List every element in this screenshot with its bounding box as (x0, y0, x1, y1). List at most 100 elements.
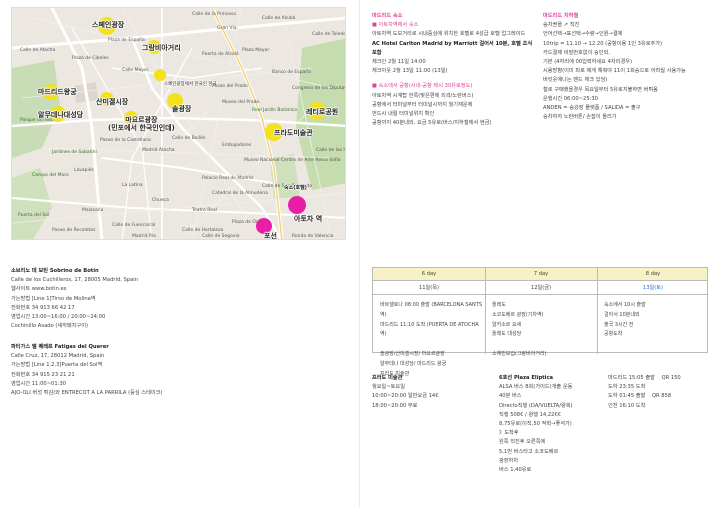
date-label: 13일(토) (642, 285, 664, 291)
hotel-sub: ■ 아토차역에서 숙소 (372, 22, 419, 29)
street-label: Paseo del Prado (212, 84, 248, 89)
venue-line: Calle de los Cuchilleros, 17, 28005 Madr… (11, 277, 139, 284)
prado-line: 월요일~토요일 (372, 384, 405, 391)
flight-line: 마드리드 15:05 출발 QR 150 (608, 374, 713, 383)
plan-line (492, 340, 596, 350)
street-label: Teatro Real (192, 208, 217, 213)
plan-line: 마드리드 11:10 도착 (PUERTA DE ATOCHA역) (380, 321, 479, 338)
transport-line: 버킷웃에나는 멘드 체크 있엉) (543, 77, 608, 84)
street-label: Calle de Atocha (20, 48, 56, 53)
plan-line: 공항도착 (604, 331, 623, 338)
pin-label: 숙소(호텔) (284, 185, 307, 191)
street-label: La Latina (122, 183, 143, 188)
venue-botin: 소브리노 데 보틴 Sobrino de Botín Calle de los … (11, 267, 138, 331)
transport-line: 시용방향(이미 피로 제게 해줘야 11이 1회승으로 어려웜 사용가능 (543, 68, 686, 75)
pin-label: 알무데나대성당 (38, 111, 84, 119)
venue-line: 웹사이트 www.botin.es (11, 286, 67, 293)
plan-line: 바르셀로나 08:00 출발 (BARCELONA SANTS 역) (380, 302, 483, 318)
street-label: Calle de la Princesa (192, 12, 237, 17)
street-label: Puerta de Alcalá (202, 52, 239, 57)
toledo-info: 6호선 Plaza Eliptica ALSA 버스 8회(가이드)개출 운동 … (499, 374, 604, 475)
venue-fatigas: 파티가스 델 퀘레르 Fatigas del Querer Calle Cruz… (11, 343, 162, 398)
hotel-heading: 마드리드 숙소 (372, 13, 403, 19)
pin-label: 레티로공원 (306, 108, 339, 116)
toledo-title: 6호선 Plaza Eliptica (499, 375, 554, 381)
toledo-line: 왼쪽 직진후 오른쪽에 (499, 439, 546, 446)
hotel-name: AC Hotel Carlton Madrid by Marriott 걸어서 … (372, 40, 533, 56)
day-label: 6 day (421, 271, 437, 277)
transport-line: 카드결제 비밀번호없이 승인되, (543, 49, 610, 56)
street-label: Museo del Prado (222, 100, 260, 105)
transport-line: 기본 (4자리에 00입력하세요 4자리경우) (543, 59, 633, 66)
street-label: Calle de Hortaleza (182, 228, 224, 233)
toledo-line: 8,75유로(이직,50 적학→좋석가) (499, 421, 572, 428)
street-label: Jardines de Sabatini (52, 150, 97, 155)
street-label: Paseo de Recoletos (52, 228, 96, 233)
plan-line: 솔광장/산미겔시장/ 마요르광장 (380, 350, 445, 357)
flight-leg: 도하 23:35 도착 (608, 384, 646, 391)
plan-line: 숙소에서 10시 출발 (604, 302, 646, 308)
venue-title: 소브리노 데 보틴 Sobrino de Botín (11, 268, 99, 274)
street-label: Real Jardín Botánico (252, 108, 298, 113)
street-label: Campo del Moro (32, 173, 69, 178)
street-label: Chueca (152, 198, 169, 203)
venue-line: 가는방법 [Line 1,2,3]Puerta del Sol역 (11, 362, 103, 369)
toledo-line: 5,1번 버스타고 소코도베르 (499, 448, 559, 455)
venue-line: Cochinillo Asado (새끼돼지구이) (11, 323, 89, 330)
street-label: Plaza de España (108, 38, 145, 43)
venue-line: 전화번호 34 915 23 21 21 (11, 371, 75, 378)
prado-line: 10:00~20:00 일반요금 14€ (372, 393, 439, 400)
venue-line: 영업시간 13:00~16:00 / 20:00~24:00 (11, 314, 106, 321)
flight-leg: 마드리드 15:05 출발 (608, 375, 655, 381)
day6-plan: 바르셀로나 08:00 출발 (BARCELONA SANTS 역) 마드리드 … (380, 301, 484, 379)
hotel-sub: ■ 숙소에서 공항(시내-공항 택시 30유로정도) (372, 83, 473, 90)
flight-leg: 도하 01:45 출발 (608, 393, 646, 400)
street-label: Calle de las Huertas (316, 148, 345, 153)
venue-line: 가는방법 [Line 1]Tirso de Molina역 (11, 295, 96, 302)
day-label: 7 day (533, 271, 549, 277)
hotel-section: 마드리드 숙소 ■ 아토차역에서 숙소 아토차역 도보거리로 시내중심에 위치한… (372, 12, 537, 128)
map-pin[interactable] (154, 69, 166, 81)
prado-line: 18:00~20:00 무료 (372, 402, 418, 409)
venue-line: 영업시간 11:00~01:30 (11, 380, 66, 387)
street-label: Calle de Segovia (202, 234, 240, 239)
pin-label: 마드리드왕궁 (38, 88, 77, 96)
plan-line: 알카소르 요새 (492, 321, 522, 328)
prado-title: 프라도 미술관 (372, 375, 403, 381)
street-label: Calle Mayor (122, 68, 149, 73)
street-label: Museo Nacional Centro de Arte Reina Sofí… (244, 158, 341, 163)
transport-line: 승차하자 노란버튼/ 손잡이 올리기 (543, 114, 617, 121)
toledo-line: 직행 508€ / 왕행 14,22€€ (499, 411, 562, 418)
venue-line: AJO-OLI 버섯 튀김(와 ENTRECOT A LA PARRILA (등… (11, 390, 163, 397)
toledo-line: 광장하차 (499, 457, 519, 464)
map[interactable]: Calle de la Princesa Plaza de España Gran … (11, 7, 346, 240)
flight-line: 도하 23:35 도착 (608, 383, 713, 392)
toledo-line: 》도착후 (499, 430, 519, 437)
plan-line (380, 340, 484, 350)
date-label: 12일(금) (530, 285, 552, 291)
day8-plan: 숙소에서 10시 출발 걸어서 10분내외 출국 3시간 전 공항도착 (604, 301, 708, 340)
flight-number: QR 150 (661, 375, 681, 381)
transport-line: 철로 구매했을경우 목요일부터 5유로지불하면 버튀옴 (543, 86, 658, 93)
transport-heading: 마드리드 지하철 (543, 13, 579, 19)
pin-label: 프라도미술관 (274, 129, 313, 137)
map-pin[interactable] (288, 196, 306, 214)
street-label: Malasaña (82, 208, 104, 213)
hotel-line: 아토차역 도보거리로 시내중심에 위치한 호텔로 4성급 호텔 업그레이드 (372, 31, 526, 38)
street-label: Calle de Alcalá (262, 16, 296, 21)
venue-line: 전화번호 34 913 66 42 17 (11, 304, 75, 311)
plan-line: 톨레도 대성당 (492, 331, 522, 338)
brochure-spread: Calle de la Princesa Plaza de España Gran … (0, 0, 720, 508)
street-label: Madrid Río (132, 234, 157, 239)
flight-leg: 인천 16:10 도착 (608, 402, 646, 409)
street-label: Ronda de Valencia (292, 234, 334, 239)
street-label: Plaza de Cibeles (72, 56, 109, 61)
plan-line: 걸어서 10분내외 (604, 311, 640, 318)
toledo-line: 버스 1,40유로 (499, 467, 532, 474)
pin-label: 스페인광장 (92, 21, 125, 29)
hotel-line: 공항에서 터미널부터 터미널시까지 월기재운에 (372, 101, 473, 108)
hotel-line: 번드시 내릴 터미널위치 확인 (372, 111, 435, 118)
flight-line: 도하 01:45 출발 QR 858 (608, 392, 713, 401)
pin-label: 그랑비아거리 (142, 44, 181, 52)
street-label: Plaza Mayor (242, 48, 270, 53)
